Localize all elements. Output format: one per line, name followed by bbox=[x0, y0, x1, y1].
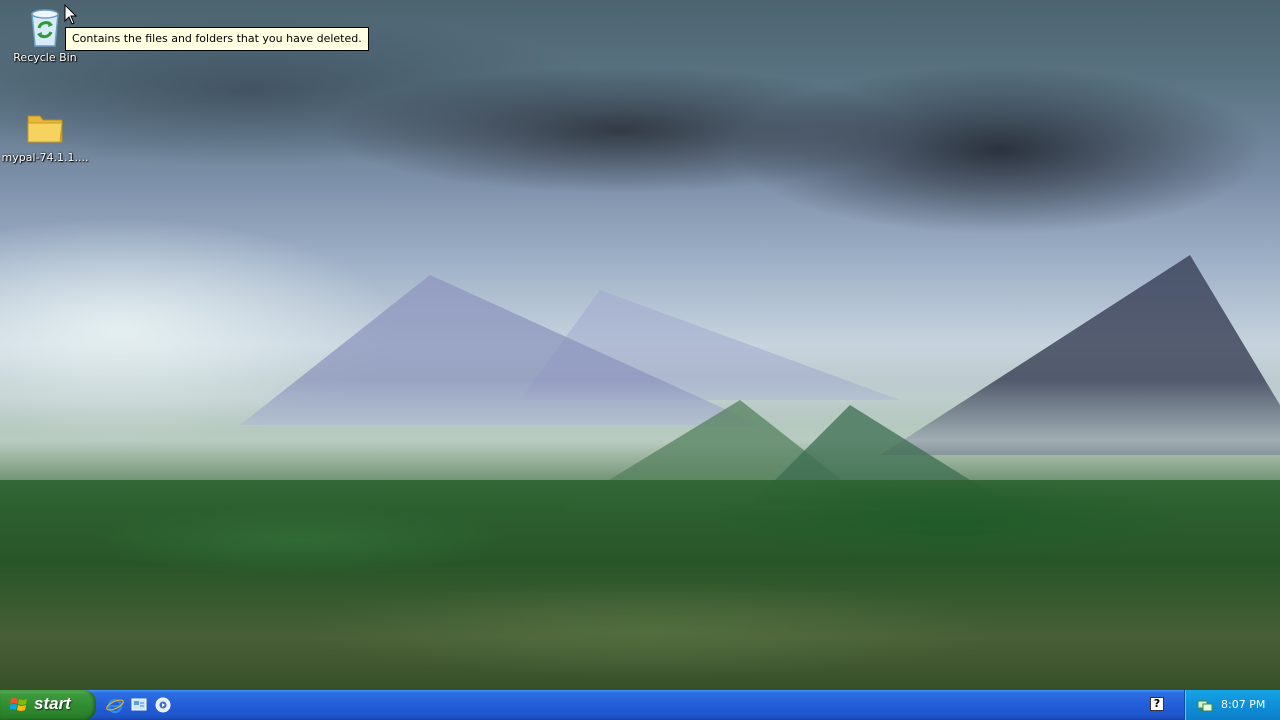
network-icon[interactable] bbox=[1197, 697, 1213, 713]
clock[interactable]: 8:07 PM bbox=[1221, 698, 1265, 711]
system-tray: 8:07 PM bbox=[1184, 690, 1280, 720]
desktop-icon-label: mypal-74.1.1.... bbox=[1, 151, 89, 164]
show-desktop-icon[interactable] bbox=[130, 696, 148, 714]
windows-logo-icon bbox=[9, 697, 28, 713]
recycle-bin-tooltip: Contains the files and folders that you … bbox=[65, 27, 369, 51]
help-icon[interactable]: ? bbox=[1150, 697, 1164, 711]
folder-icon bbox=[24, 106, 66, 148]
desktop-icon-label: Recycle Bin bbox=[13, 51, 77, 64]
wallpaper-grass bbox=[0, 480, 1280, 690]
recycle-bin-icon bbox=[24, 6, 66, 48]
media-player-icon[interactable] bbox=[154, 696, 172, 714]
taskbar: start 8:07 PM bbox=[0, 690, 1280, 720]
internet-explorer-icon[interactable] bbox=[106, 696, 124, 714]
start-label: start bbox=[34, 694, 71, 713]
desktop-icon-mypal-folder[interactable]: mypal-74.1.1.... bbox=[0, 106, 90, 164]
desktop-wallpaper[interactable] bbox=[0, 0, 1280, 690]
mouse-cursor-icon bbox=[64, 3, 78, 26]
start-button[interactable]: start bbox=[0, 690, 96, 720]
